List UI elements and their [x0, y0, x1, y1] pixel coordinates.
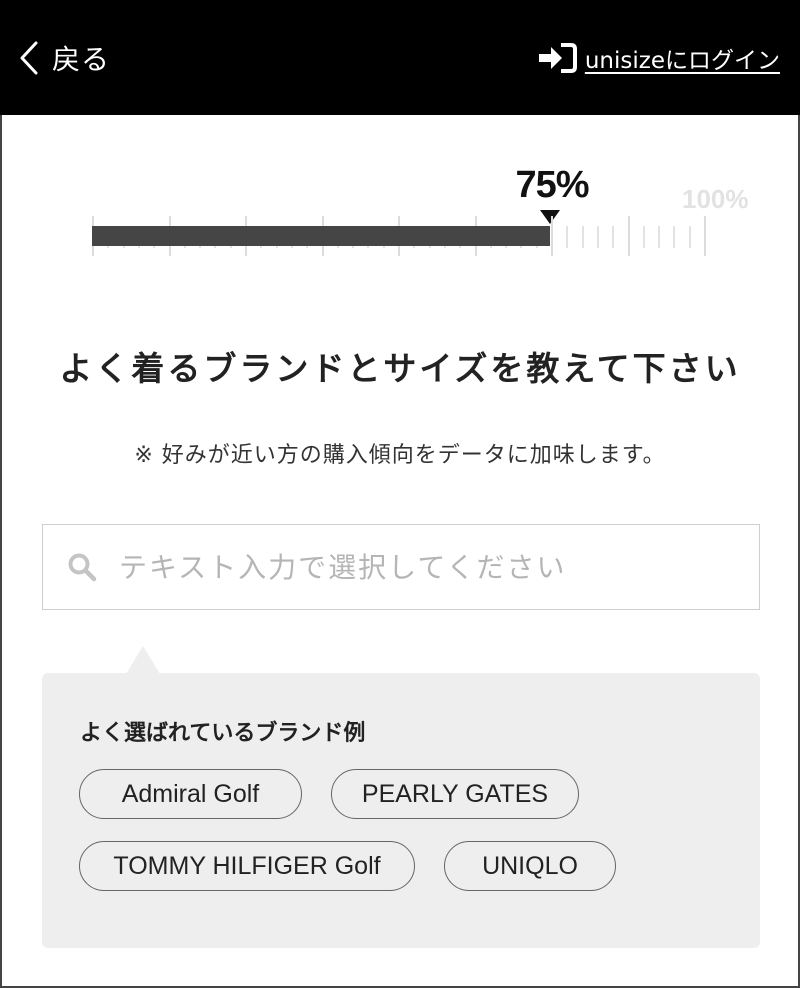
sign-in-icon	[538, 43, 577, 73]
progress-tick	[596, 226, 599, 248]
progress-bar-fill	[92, 226, 550, 246]
top-bar: 戻る unisizeにログイン	[0, 0, 800, 115]
page-note: ※ 好みが近い方の購入傾向をデータに加味します。	[134, 443, 666, 468]
progress-tick	[581, 226, 584, 248]
back-label: 戻る	[52, 43, 111, 76]
progress-tick	[673, 226, 676, 248]
brand-search[interactable]	[42, 524, 760, 610]
progress-tick	[704, 216, 706, 256]
brand-chip[interactable]: TOMMY HILFIGER Golf	[79, 841, 415, 891]
progress-tick	[627, 216, 630, 256]
progress-meter: 75% 100%	[92, 160, 749, 260]
search-input[interactable]	[119, 550, 739, 584]
brand-suggestions: よく選ばれているブランド例 Admiral Golf PEARLY GATES …	[42, 673, 760, 948]
progress-tick	[688, 226, 691, 248]
login-label: unisizeにログイン	[584, 48, 780, 74]
progress-tick	[612, 226, 615, 248]
brand-chip[interactable]: UNIQLO	[444, 841, 616, 891]
brand-chip[interactable]: PEARLY GATES	[331, 769, 579, 819]
progress-tick	[642, 226, 645, 248]
progress-current-label: 75%	[515, 164, 589, 206]
progress-max-label: 100%	[682, 184, 749, 214]
brand-chip[interactable]: Admiral Golf	[79, 769, 302, 819]
progress-tick	[566, 226, 569, 248]
page-title: よく着るブランドとサイズを教えて下さい	[59, 349, 741, 388]
progress-tick	[658, 226, 661, 248]
panel-pointer	[126, 646, 160, 674]
progress-tick	[551, 216, 553, 256]
search-icon	[68, 553, 97, 582]
chevron-left-icon	[20, 41, 38, 75]
login-link[interactable]: unisizeにログイン	[538, 38, 780, 78]
back-button[interactable]: 戻る	[18, 36, 110, 80]
suggestions-title: よく選ばれているブランド例	[80, 721, 366, 746]
